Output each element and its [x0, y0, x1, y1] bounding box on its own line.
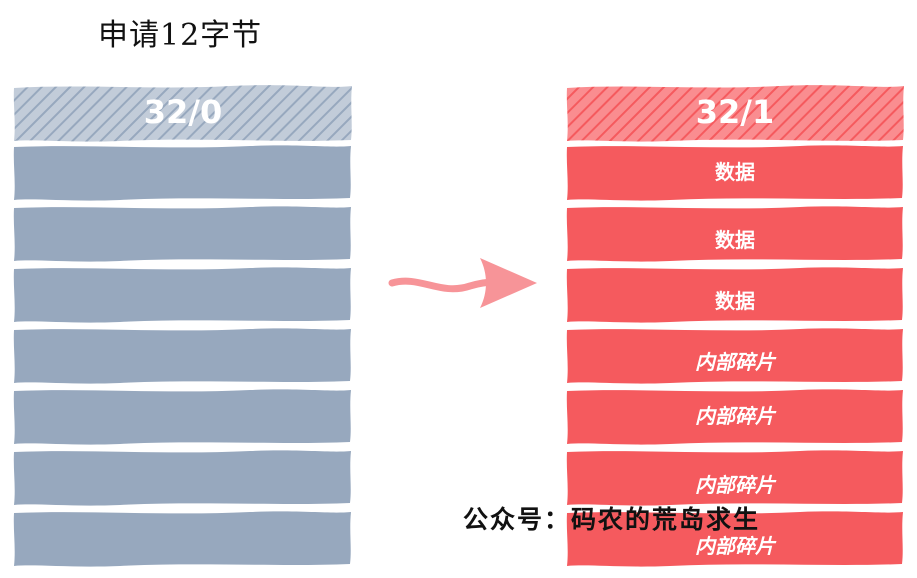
right-row-5-label: 内部碎片 [695, 404, 775, 428]
left-row-2 [13, 206, 352, 262]
right-row-4-label: 内部碎片 [695, 350, 775, 374]
right-row-2-label: 数据 [715, 228, 755, 252]
right-header-label: 32/1 [695, 93, 775, 131]
left-row-3 [13, 267, 352, 323]
left-memory-block [13, 85, 353, 567]
watermark-text: 公众号：码农的荒岛求生 [463, 505, 761, 534]
right-row-1-label: 数据 [715, 160, 755, 184]
arrow-icon [388, 258, 537, 308]
left-row-1 [13, 145, 352, 201]
left-row-4 [13, 328, 352, 384]
left-row-5 [13, 389, 352, 445]
left-header-label: 32/0 [143, 93, 223, 131]
left-row-6 [13, 450, 352, 506]
left-row-7 [13, 511, 352, 567]
right-row-3-label: 数据 [715, 289, 755, 313]
